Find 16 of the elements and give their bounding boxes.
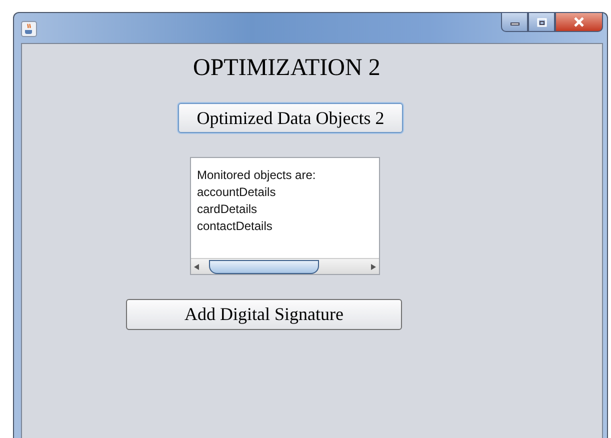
- close-icon: [573, 17, 585, 27]
- heading: OPTIMIZATION 2: [193, 54, 380, 82]
- text-line: Monitored objects are:: [197, 167, 317, 184]
- text-line: contactDetails: [197, 218, 274, 235]
- text-area[interactable]: Monitored objects are: accountDetails cardDetails contactDetails: [190, 157, 380, 275]
- maximize-icon: [536, 18, 546, 26]
- scrollbar-thumb[interactable]: [209, 260, 319, 274]
- maximize-button[interactable]: [528, 12, 555, 32]
- horizontal-scrollbar[interactable]: [191, 258, 379, 274]
- coffee-cup-icon: [21, 21, 37, 37]
- text-line: cardDetails: [197, 201, 258, 218]
- add-signature-button[interactable]: Add Digital Signature: [126, 299, 402, 330]
- text-line: accountDetails: [197, 184, 277, 201]
- close-button[interactable]: [555, 12, 603, 32]
- optimize-button[interactable]: Optimized Data Objects 2: [178, 103, 403, 133]
- minimize-button[interactable]: [501, 12, 528, 32]
